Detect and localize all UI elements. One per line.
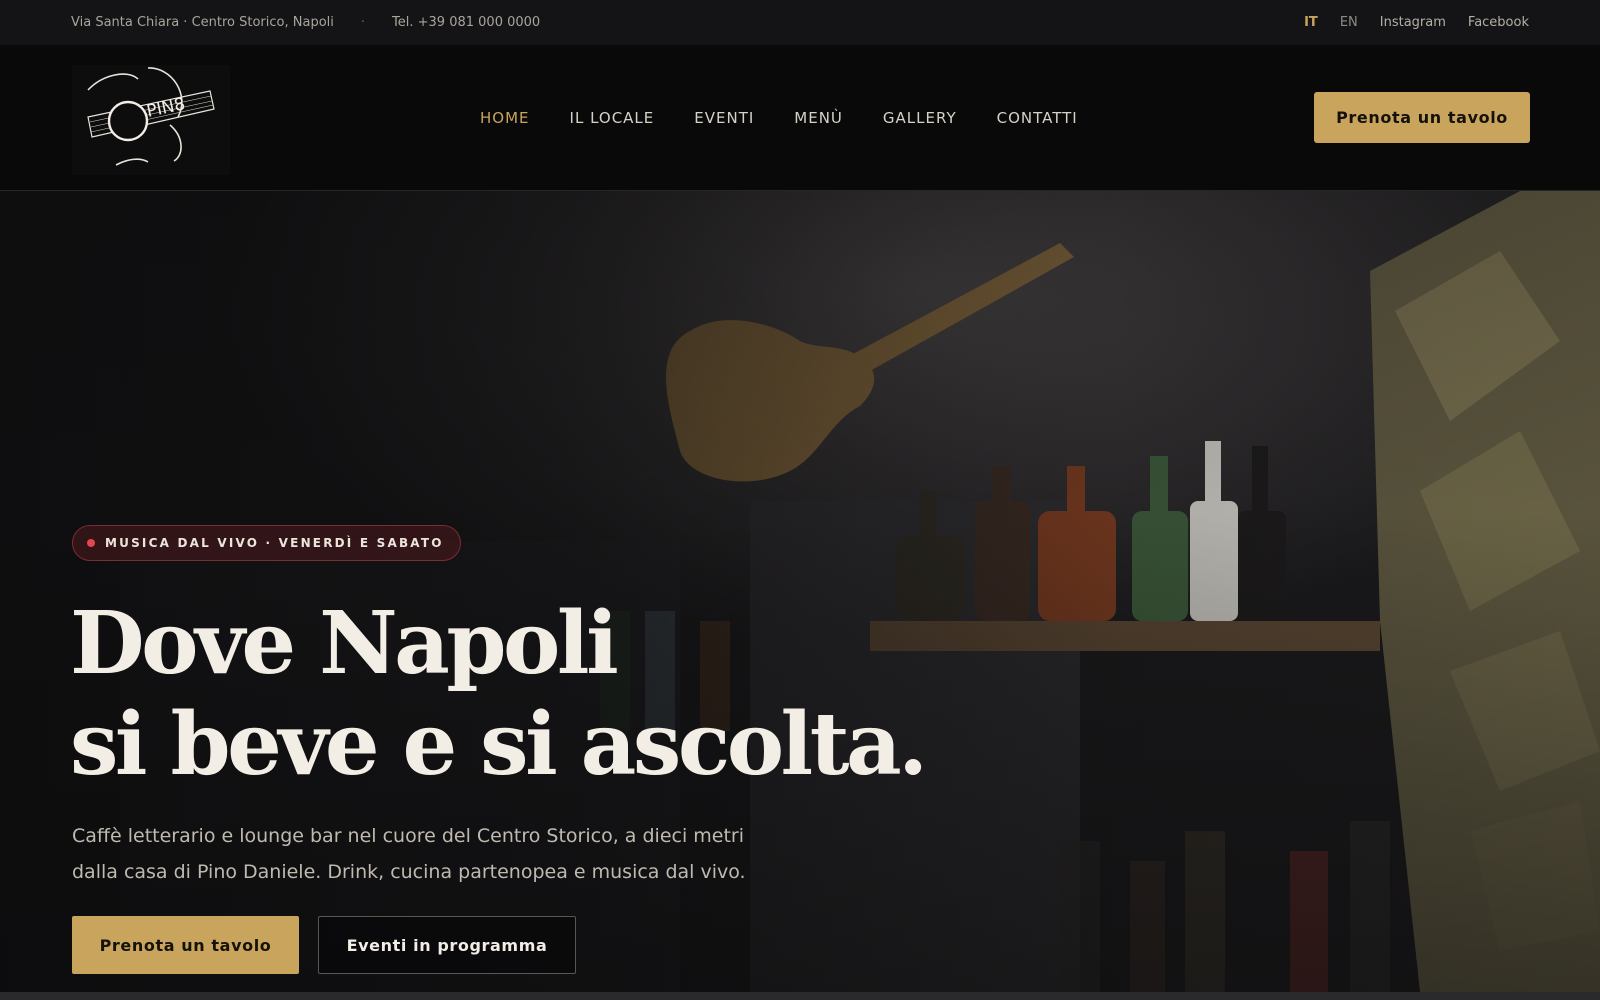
- instagram-link[interactable]: Instagram: [1380, 15, 1446, 30]
- address-text: Via Santa Chiara · Centro Storico, Napol…: [71, 15, 334, 30]
- hero-subtitle: Caffè letterario e lounge bar nel cuore …: [72, 818, 792, 890]
- separator: ·: [360, 15, 366, 30]
- events-button[interactable]: Eventi in programma: [318, 916, 576, 974]
- top-info-bar: Via Santa Chiara · Centro Storico, Napol…: [0, 0, 1600, 45]
- hero-subtitle-line-2: dalla casa di Pino Daniele. Drink, cucin…: [72, 861, 746, 883]
- live-dot-icon: [87, 539, 95, 547]
- live-music-badge: MUSICA DAL VIVO · VENERDÌ E SABATO: [72, 525, 461, 561]
- nav-contatti[interactable]: CONTATTI: [997, 109, 1078, 127]
- hero-title-line-2: si beve e si ascolta.: [70, 694, 928, 795]
- topbar-links: IT EN Instagram Facebook: [1304, 15, 1529, 30]
- nav-gallery[interactable]: GALLERY: [883, 109, 957, 127]
- book-table-header-button[interactable]: Prenota un tavolo: [1314, 92, 1530, 143]
- book-table-button[interactable]: Prenota un tavolo: [72, 916, 299, 974]
- facebook-link[interactable]: Facebook: [1468, 15, 1529, 30]
- main-navigation: HOME IL LOCALE EVENTI MENÙ GALLERY CONTA…: [480, 45, 1118, 191]
- badge-label: MUSICA DAL VIVO · VENERDÌ E SABATO: [105, 536, 444, 550]
- site-header: PIN8 HOME IL LOCALE EVENTI MENÙ GALLERY …: [0, 45, 1600, 191]
- hero-subtitle-line-1: Caffè letterario e lounge bar nel cuore …: [72, 825, 745, 847]
- language-it-link[interactable]: IT: [1304, 15, 1318, 30]
- guitar-logo-icon: PIN8: [87, 67, 215, 166]
- phone-link[interactable]: Tel. +39 081 000 0000: [392, 15, 540, 30]
- bottom-divider: [0, 992, 1600, 1000]
- nav-eventi[interactable]: EVENTI: [694, 109, 754, 127]
- hero-title-line-1: Dove Napoli: [70, 593, 619, 694]
- contact-info: Via Santa Chiara · Centro Storico, Napol…: [71, 15, 540, 30]
- language-en-link[interactable]: EN: [1340, 15, 1358, 30]
- site-logo[interactable]: PIN8: [72, 65, 230, 175]
- logo-wordmark: PIN8: [145, 94, 187, 122]
- nav-il-locale[interactable]: IL LOCALE: [570, 109, 655, 127]
- hero-section: MUSICA DAL VIVO · VENERDÌ E SABATO Dove …: [0, 191, 1600, 992]
- hero-title: Dove Napoli si beve e si ascolta.: [70, 593, 1070, 795]
- nav-menu[interactable]: MENÙ: [794, 109, 843, 127]
- nav-home[interactable]: HOME: [480, 109, 530, 127]
